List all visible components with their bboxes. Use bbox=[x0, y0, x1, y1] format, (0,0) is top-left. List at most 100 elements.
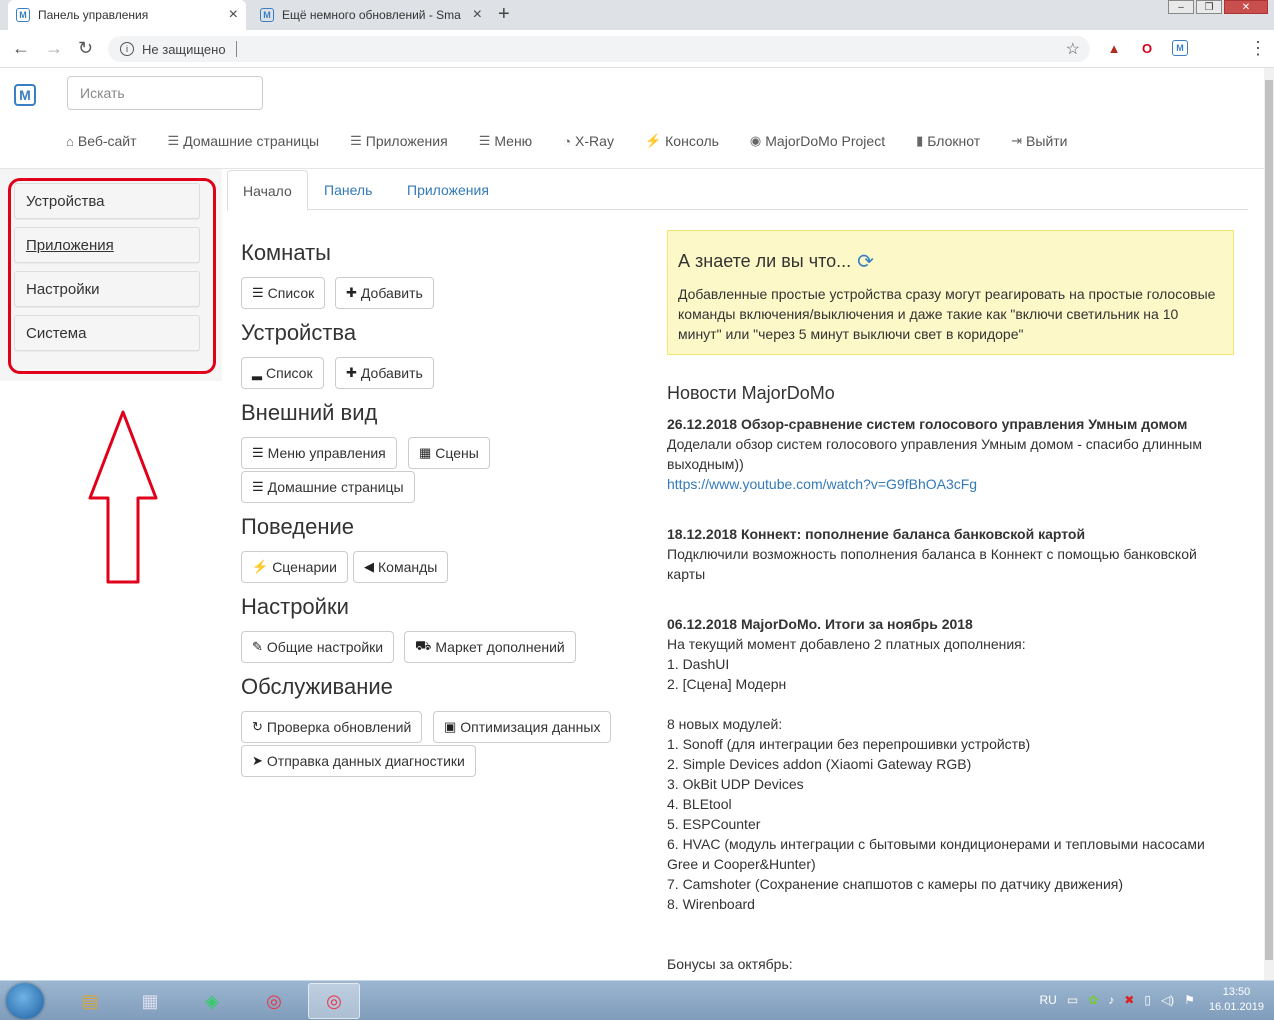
news-item: 18.12.2018 Коннект: пополнение баланса б… bbox=[667, 524, 1227, 584]
news-line: 1. Sonoff (для интеграции без перепрошив… bbox=[667, 736, 1031, 752]
devices-list-button[interactable]: ▂ Список bbox=[241, 357, 324, 389]
news-line: 6. HVAC (модуль интеграции с бытовыми ко… bbox=[667, 836, 1205, 872]
nav-menu[interactable]: ☰ Меню bbox=[479, 133, 533, 149]
tray-app-icon[interactable]: ✿ bbox=[1088, 993, 1098, 1007]
bolt-icon: ⚡ bbox=[644, 133, 662, 148]
majordomo-extension-icon[interactable]: M bbox=[1172, 40, 1188, 56]
volume-icon[interactable]: ◁) bbox=[1161, 993, 1174, 1007]
refresh-icon[interactable]: ⟳ bbox=[857, 249, 874, 274]
nav-label: Веб-сайт bbox=[77, 133, 137, 149]
nav-logout[interactable]: ⇥ Выйти bbox=[1011, 133, 1067, 149]
news-item: 06.12.2018 MajorDoMo. Итоги за ноябрь 20… bbox=[667, 614, 1227, 974]
calculator-taskbar-icon[interactable]: ▦ bbox=[124, 983, 176, 1019]
clock[interactable]: 13:50 16.01.2019 bbox=[1209, 985, 1264, 1015]
tab-applications[interactable]: Приложения bbox=[392, 170, 504, 210]
minimize-button[interactable]: – bbox=[1168, 0, 1194, 14]
tip-title: А знаете ли вы что... bbox=[678, 251, 852, 271]
gauge-icon: ◔ bbox=[563, 133, 572, 149]
scenes-button[interactable]: ▦ Сцены bbox=[408, 437, 490, 469]
control-menu-button[interactable]: ☰ Меню управления bbox=[241, 437, 397, 469]
list-icon: ☰ bbox=[252, 445, 264, 460]
devices-add-button[interactable]: ✚ Добавить bbox=[335, 357, 434, 389]
button-label: Оптимизация данных bbox=[460, 719, 601, 735]
rooms-add-button[interactable]: ✚ Добавить bbox=[335, 277, 434, 309]
opera-extension-icon[interactable]: O bbox=[1139, 40, 1155, 56]
list-icon: ☰ bbox=[350, 133, 362, 148]
bookmark-star-icon[interactable]: ☆ bbox=[1066, 39, 1080, 59]
commands-button[interactable]: ◀ Команды bbox=[353, 551, 449, 583]
display-icon[interactable]: ▯ bbox=[1144, 993, 1151, 1007]
optimize-data-button[interactable]: ▣ Оптимизация данных bbox=[433, 711, 612, 743]
send-icon: ➤ bbox=[252, 753, 263, 768]
plus-icon: ✚ bbox=[346, 285, 357, 300]
action-center-flag-icon[interactable]: ⚑ bbox=[1184, 993, 1195, 1007]
tab-start[interactable]: Начало bbox=[227, 170, 308, 211]
button-label: Список bbox=[266, 365, 313, 381]
news-line: 2. Simple Devices addon (Xiaomi Gateway … bbox=[667, 756, 972, 772]
nav-website[interactable]: ⌂ Веб-сайт bbox=[66, 133, 137, 149]
address-bar[interactable]: i Не защищено ☆ bbox=[108, 36, 1090, 62]
nav-notepad[interactable]: ▮ Блокнот bbox=[916, 133, 980, 149]
home-pages-button[interactable]: ☰ Домашние страницы bbox=[241, 471, 415, 503]
nav-label: Меню bbox=[494, 133, 533, 149]
restore-button[interactable]: ❐ bbox=[1196, 0, 1222, 14]
news-line: 4. BLEtool bbox=[667, 796, 732, 812]
microphone-icon[interactable]: ♪ bbox=[1108, 993, 1114, 1007]
news-headline: 06.12.2018 MajorDoMo. Итоги за ноябрь 20… bbox=[667, 616, 973, 632]
utility-taskbar-icon[interactable]: ◈ bbox=[186, 983, 238, 1019]
scripts-button[interactable]: ⚡ Сценарии bbox=[241, 551, 348, 583]
chrome-taskbar-icon[interactable]: ◎ bbox=[248, 983, 300, 1019]
button-label: Добавить bbox=[360, 285, 423, 301]
keyboard-icon[interactable]: ▭ bbox=[1067, 993, 1078, 1007]
new-tab-button[interactable]: + bbox=[498, 3, 510, 26]
info-icon[interactable]: i bbox=[120, 42, 134, 56]
nav-majordomo-project[interactable]: ◉ MajorDoMo Project bbox=[750, 133, 885, 149]
network-warning-icon[interactable]: ✖ bbox=[1124, 993, 1134, 1007]
news-link[interactable]: https://www.youtube.com/watch?v=G9fBhOA3… bbox=[667, 474, 1227, 494]
check-updates-button[interactable]: ↻ Проверка обновлений bbox=[241, 711, 423, 743]
grid-icon: ▦ bbox=[419, 445, 432, 460]
close-icon[interactable]: × bbox=[473, 6, 482, 24]
majordomo-logo-icon[interactable]: M bbox=[14, 84, 36, 106]
general-settings-button[interactable]: ✎ Общие настройки bbox=[241, 631, 395, 663]
button-label: Маркет дополнений bbox=[435, 639, 565, 655]
system-tray: RU ▭ ✿ ♪ ✖ ▯ ◁) ⚑ 13:50 16.01.2019 bbox=[1040, 985, 1264, 1015]
news-headline: 18.12.2018 Коннект: пополнение баланса б… bbox=[667, 526, 1086, 542]
send-diagnostics-button[interactable]: ➤ Отправка данных диагностики bbox=[241, 745, 476, 777]
security-label: Не защищено bbox=[142, 41, 226, 57]
briefcase-icon: ▣ bbox=[444, 719, 457, 734]
window-controls: – ❐ ✕ bbox=[1166, 0, 1268, 14]
news-line bbox=[667, 694, 1227, 714]
page-tabs: Начало Панель Приложения bbox=[227, 170, 1248, 211]
nav-applications[interactable]: ☰ Приложения bbox=[350, 133, 448, 149]
chrome-active-taskbar-icon[interactable]: ◎ bbox=[308, 983, 360, 1019]
home-icon: ⌂ bbox=[66, 133, 74, 149]
explorer-taskbar-icon[interactable]: ▤ bbox=[64, 983, 116, 1019]
section-title-devices: Устройства bbox=[241, 320, 357, 345]
button-label: Домашние страницы bbox=[267, 479, 404, 495]
book-icon: ▮ bbox=[916, 133, 924, 148]
browser-tab-updates[interactable]: M Ещё немного обновлений - Sma × bbox=[252, 0, 490, 30]
news-line: 5. ESPCounter bbox=[667, 816, 761, 832]
nav-xray[interactable]: ◔ X-Ray bbox=[563, 133, 614, 149]
browser-tab-control-panel[interactable]: M Панель управления × bbox=[8, 0, 246, 30]
rooms-list-button[interactable]: ☰ Список bbox=[241, 277, 326, 309]
pdf-extension-icon[interactable]: ▲ bbox=[1106, 40, 1122, 56]
close-icon[interactable]: × bbox=[229, 6, 238, 24]
tip-title-row: А знаете ли вы что... ⟳ bbox=[678, 249, 1223, 274]
start-button[interactable] bbox=[6, 983, 44, 1019]
language-indicator[interactable]: RU bbox=[1040, 993, 1057, 1007]
reload-icon[interactable]: ↻ bbox=[78, 38, 93, 59]
search-input[interactable] bbox=[67, 76, 263, 110]
forward-arrow-icon[interactable]: → bbox=[45, 38, 63, 59]
menu-dots-icon[interactable]: ⋮ bbox=[1249, 38, 1267, 58]
majordomo-favicon-icon: M bbox=[16, 8, 30, 22]
nav-console[interactable]: ⚡ Консоль bbox=[645, 133, 719, 149]
addons-market-button[interactable]: ⛟ Маркет дополнений bbox=[404, 631, 576, 663]
window-close-button[interactable]: ✕ bbox=[1224, 0, 1268, 14]
nav-home-pages[interactable]: ☰ Домашние страницы bbox=[168, 133, 320, 149]
scrollbar-thumb[interactable] bbox=[1265, 80, 1273, 960]
back-arrow-icon[interactable]: ← bbox=[12, 38, 30, 59]
news-body: Подключили возможность пополнения баланс… bbox=[667, 546, 1197, 582]
tab-panel[interactable]: Панель bbox=[309, 170, 387, 210]
